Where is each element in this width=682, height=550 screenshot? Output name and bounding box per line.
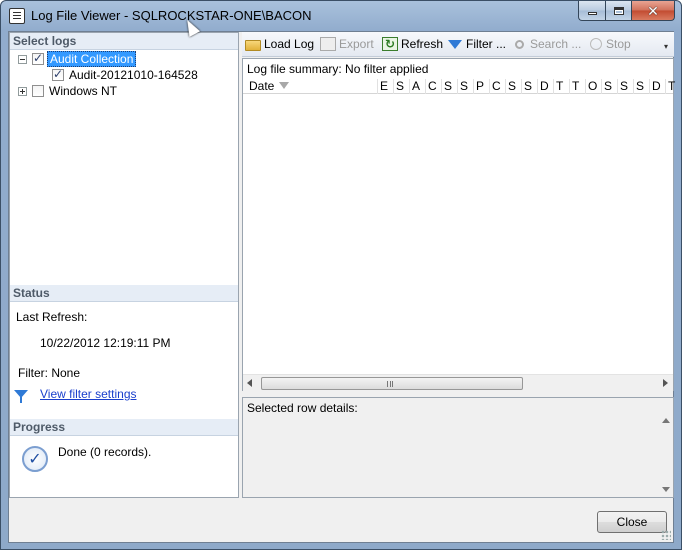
close-button[interactable]: Close — [597, 511, 667, 533]
status-header: Status — [10, 285, 238, 302]
title-bar[interactable]: Log File Viewer - SQLROCKSTAR-ONE\BACON … — [1, 1, 681, 31]
scroll-right-icon[interactable] — [663, 379, 668, 387]
export-label: Export — [339, 37, 374, 51]
grid-column-header-cell[interactable]: S — [441, 79, 457, 94]
selected-row-details-panel: Selected row details: — [242, 397, 674, 498]
horizontal-scrollbar[interactable] — [243, 374, 673, 391]
export-button[interactable]: Export — [320, 35, 374, 53]
scroll-up-icon[interactable] — [662, 418, 670, 423]
grid-column-header-cell[interactable]: T — [665, 79, 681, 94]
toolbar-overflow-icon[interactable]: ▾ — [664, 42, 671, 51]
select-logs-header: Select logs — [10, 33, 238, 50]
grid-column-header-cell[interactable]: S — [521, 79, 537, 94]
filter-label: Filter ... — [466, 37, 507, 51]
folder-open-icon — [245, 39, 261, 51]
progress-text: Done (0 records). — [58, 445, 152, 459]
filter-icon — [448, 39, 462, 49]
log-summary: Log file summary: No filter applied — [247, 62, 429, 76]
minimize-button[interactable] — [578, 1, 605, 21]
right-panel: Load Log Export ↻ Refresh Filter ... Sea… — [242, 32, 675, 498]
stop-button[interactable]: Stop — [590, 35, 631, 53]
search-label: Search ... — [530, 37, 582, 51]
tree-item-label[interactable]: Audit-20121010-164528 — [67, 68, 200, 82]
scroll-down-icon[interactable] — [662, 487, 670, 492]
grid-column-header-cell[interactable]: S — [505, 79, 521, 94]
filter-icon — [14, 390, 28, 403]
grid-column-header-cell[interactable]: E — [377, 79, 393, 94]
refresh-icon: ↻ — [382, 37, 398, 51]
maximize-button[interactable] — [605, 1, 631, 21]
left-panel: Select logs Audit Collection Audit-20121… — [9, 32, 239, 498]
grid-column-header-cell[interactable]: T — [569, 79, 585, 94]
last-refresh-label: Last Refresh: — [16, 310, 88, 324]
client-area: Select logs Audit Collection Audit-20121… — [8, 31, 675, 543]
column-headers: ESACSSPCSSDTTOSSSDT — [377, 79, 681, 94]
grid-column-header-cell[interactable]: S — [633, 79, 649, 94]
grid-column-header-cell[interactable]: S — [393, 79, 409, 94]
filter-button[interactable]: Filter ... — [448, 35, 506, 53]
window-close-button[interactable]: ✕ — [631, 1, 675, 21]
progress-header: Progress — [10, 419, 238, 436]
windows-nt-checkbox[interactable] — [32, 85, 44, 97]
grid-column-header-cell[interactable]: T — [553, 79, 569, 94]
details-label: Selected row details: — [247, 401, 358, 415]
search-button[interactable]: Search ... — [515, 35, 581, 53]
grip-icon — [387, 381, 393, 387]
collapse-icon[interactable] — [18, 54, 27, 64]
tree-item-audit-collection[interactable]: Audit Collection — [18, 51, 137, 67]
date-column-header[interactable]: Date — [249, 79, 274, 93]
log-grid[interactable]: Log file summary: No filter applied Date… — [242, 58, 675, 391]
toolbar: Load Log Export ↻ Refresh Filter ... Sea… — [242, 32, 674, 57]
scroll-thumb[interactable] — [261, 377, 523, 390]
maximize-icon — [613, 6, 624, 15]
minimize-icon — [587, 12, 597, 15]
vertical-scrollbar[interactable] — [658, 413, 673, 497]
grid-column-header-cell[interactable]: D — [649, 79, 665, 94]
log-viewer-app-icon — [9, 8, 25, 24]
export-icon — [320, 37, 336, 51]
resize-grip-icon[interactable] — [661, 530, 671, 540]
search-icon — [515, 39, 524, 49]
grid-column-header-cell[interactable]: A — [409, 79, 425, 94]
grid-column-header-cell[interactable]: C — [489, 79, 505, 94]
grid-column-header-cell[interactable]: S — [457, 79, 473, 94]
view-filter-settings-link[interactable]: View filter settings — [40, 387, 137, 401]
grid-column-header: Date ESACSSPCSSDTTOSSSDT — [243, 78, 675, 94]
grid-column-header-cell[interactable]: S — [601, 79, 617, 94]
refresh-button[interactable]: ↻ Refresh — [382, 35, 443, 53]
grid-column-header-cell[interactable]: O — [585, 79, 601, 94]
audit-file-checkbox[interactable] — [52, 67, 64, 81]
tree-item-windows-nt[interactable]: Windows NT — [18, 83, 119, 99]
load-log-button[interactable]: Load Log — [245, 35, 314, 53]
sort-descending-icon — [279, 82, 289, 89]
audit-collection-checkbox[interactable] — [32, 51, 44, 65]
checkmark-icon: ✓ — [22, 446, 48, 472]
grid-column-header-cell[interactable]: P — [473, 79, 489, 94]
last-refresh-value: 10/22/2012 12:19:11 PM — [40, 336, 171, 350]
grid-column-header-cell[interactable]: S — [617, 79, 633, 94]
stop-label: Stop — [606, 37, 631, 51]
expand-icon[interactable] — [18, 86, 27, 96]
tree-item-label[interactable]: Audit Collection — [47, 51, 137, 67]
caption-buttons: ✕ — [578, 1, 675, 21]
close-icon: ✕ — [647, 2, 659, 19]
grid-column-header-cell[interactable]: C — [425, 79, 441, 94]
scroll-left-icon[interactable] — [247, 379, 252, 387]
log-file-viewer-window: Log File Viewer - SQLROCKSTAR-ONE\BACON … — [0, 0, 682, 550]
grid-column-header-cell[interactable]: D — [537, 79, 553, 94]
stop-icon — [590, 38, 602, 50]
tree-item-label[interactable]: Windows NT — [47, 84, 119, 98]
filter-status: Filter: None — [18, 366, 81, 380]
window-title: Log File Viewer - SQLROCKSTAR-ONE\BACON — [31, 8, 312, 23]
tree-item-audit-file[interactable]: Audit-20121010-164528 — [52, 67, 200, 83]
refresh-label: Refresh — [401, 37, 444, 51]
load-log-label: Load Log — [264, 37, 315, 51]
